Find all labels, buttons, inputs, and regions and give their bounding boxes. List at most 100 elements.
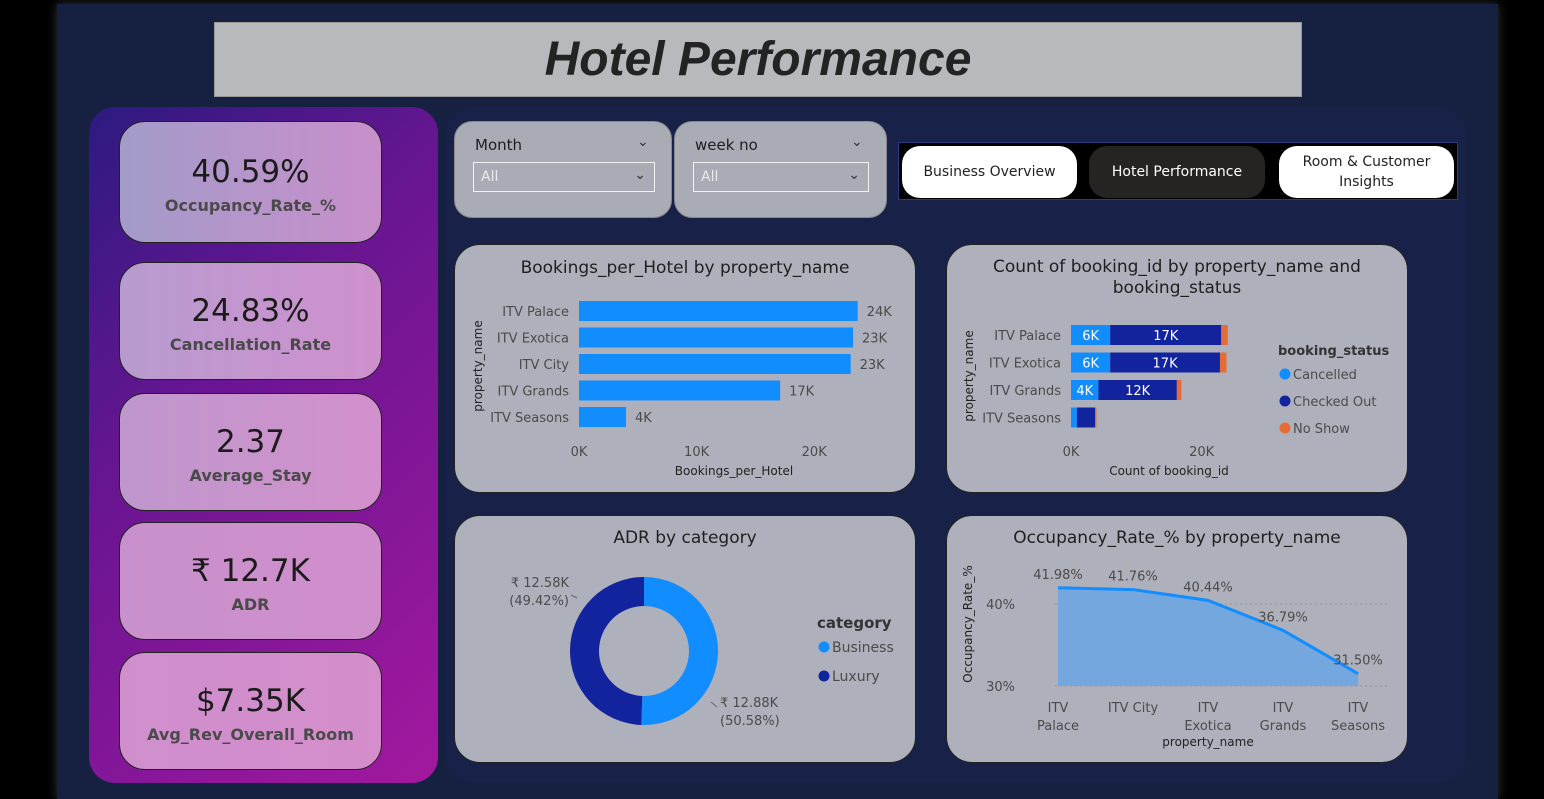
y-tick-label: 40% [986, 598, 1015, 613]
kpi-card-avg-revenue: $7.35K Avg_Rev_Overall_Room [119, 652, 382, 770]
bar-category-label: ITV City [519, 358, 570, 373]
x-tick-label: Exotica [1184, 719, 1231, 734]
donut-slice [569, 577, 644, 725]
x-tick-label: 20K [802, 445, 828, 460]
bar-segment [1176, 380, 1182, 400]
week-slicer: week no ⌄ All ⌄ [674, 121, 887, 218]
bookings-bar-chart: ITV Palace 24K ITV Exotica 23K ITV City 23K IT… [471, 301, 893, 478]
chevron-down-icon: ⌄ [848, 167, 860, 183]
legend-label: Checked Out [1293, 395, 1376, 410]
bar-category-label: ITV Grands [498, 385, 570, 400]
point-data-label: 31.50% [1333, 654, 1383, 669]
chevron-down-icon[interactable]: ⌄ [637, 134, 649, 150]
x-tick-label: Palace [1037, 719, 1079, 734]
bar-segment [1095, 407, 1097, 428]
bar [579, 407, 627, 427]
point-data-label: 40.44% [1183, 580, 1233, 595]
bar-category-label: ITV Grands [990, 384, 1062, 399]
bar-segment-label: 6K [1082, 329, 1099, 344]
x-tick-label: ITV City [1108, 701, 1159, 716]
x-tick-label: ITV [1273, 701, 1294, 716]
slice-value-label: ₹ 12.58K [511, 576, 570, 591]
bar-segment [1219, 352, 1227, 373]
kpi-card-adr: ₹ 12.7K ADR [119, 522, 382, 640]
month-slicer-title: Month [475, 136, 523, 154]
x-tick-label: 0K [1063, 445, 1080, 460]
bar-category-label: ITV Palace [502, 305, 569, 320]
x-tick-label: ITV [1048, 701, 1069, 716]
booking-status-stacked-chart: ITV Palace 6K 17K ITV Exotica 6K 17K ITV Grand… [962, 325, 1390, 478]
nav-hotel-performance-button[interactable]: Hotel Performance [1089, 146, 1265, 198]
x-axis-title: property_name [1162, 735, 1253, 749]
kpi-card-occupancy: 40.59% Occupancy_Rate_% [119, 121, 382, 243]
bar-category-label: ITV Exotica [989, 357, 1061, 372]
legend-label: Business [832, 640, 894, 656]
x-axis-title: Bookings_per_Hotel [675, 464, 793, 478]
kpi-label: ADR [231, 595, 270, 614]
x-tick-label: 20K [1189, 445, 1215, 460]
month-dropdown-value: All [481, 169, 499, 185]
bar-data-label: 23K [860, 358, 886, 373]
legend-marker [818, 641, 830, 653]
leader-line [710, 701, 718, 708]
point-data-label: 36.79% [1258, 610, 1308, 625]
bar [579, 327, 854, 348]
occupancy-chart-card: Occupancy_Rate_% by property_name 40% 30%… [946, 515, 1408, 763]
legend-title: category [817, 614, 892, 632]
kpi-value: 2.37 [215, 424, 286, 460]
nav-room-customer-button[interactable]: Room & Customer Insights [1279, 146, 1454, 198]
kpi-card-average-stay: 2.37 Average_Stay [119, 393, 382, 511]
bar-segment-label: 17K [1153, 329, 1179, 344]
adr-chart-card: ADR by category ₹ 12.88K (50.58%) ₹ 12.58K… [454, 515, 916, 763]
x-tick-label: Grands [1260, 719, 1307, 734]
x-tick-label: 0K [571, 445, 588, 460]
nav-button-label: Business Overview [923, 164, 1056, 180]
week-dropdown-value: All [701, 169, 719, 185]
dashboard-canvas: Hotel Performance 40.59% Occupancy_Rate_… [0, 0, 1544, 799]
bar-segment-label: 6K [1082, 357, 1099, 372]
kpi-label: Cancellation_Rate [169, 335, 332, 354]
month-dropdown[interactable]: All ⌄ [473, 162, 655, 192]
x-tick-label: ITV [1198, 701, 1219, 716]
bar-segment [1221, 325, 1228, 345]
donut-slice [641, 577, 718, 725]
slice-percent-label: (49.42%) [509, 594, 569, 609]
kpi-label: Average_Stay [189, 466, 312, 485]
week-dropdown[interactable]: All ⌄ [693, 162, 869, 192]
kpi-value: $7.35K [195, 683, 306, 719]
x-axis-title: Count of booking_id [1109, 464, 1229, 478]
slice-percent-label: (50.58%) [720, 714, 780, 729]
leader-line [570, 594, 578, 599]
kpi-value: 40.59% [191, 154, 310, 190]
y-axis-title: Occupancy_Rate_% [961, 565, 975, 682]
slice-value-label: ₹ 12.88K [720, 696, 779, 711]
legend-marker [1279, 368, 1291, 380]
bar [579, 380, 781, 401]
y-axis-title: property_name [471, 320, 485, 411]
nav-business-overview-button[interactable]: Business Overview [902, 146, 1077, 198]
week-slicer-title: week no [695, 136, 758, 154]
kpi-label: Avg_Rev_Overall_Room [147, 725, 354, 744]
bar-data-label: 17K [789, 385, 815, 400]
page-title: Hotel Performance [544, 33, 972, 86]
legend-label: Cancelled [1293, 368, 1357, 383]
legend-marker [1279, 395, 1291, 407]
chevron-down-icon: ⌄ [634, 167, 646, 183]
chevron-down-icon[interactable]: ⌄ [851, 134, 863, 150]
bar [579, 354, 851, 374]
x-tick-label: Seasons [1331, 719, 1385, 734]
point-data-label: 41.98% [1033, 568, 1083, 583]
bar-data-label: 23K [862, 332, 888, 347]
month-slicer: Month ⌄ All ⌄ [454, 121, 672, 218]
occupancy-area-chart: 40% 30% 41.98% ITV Palace 41.76% ITV City 40.44… [961, 565, 1387, 749]
bar-category-label: ITV Exotica [497, 332, 569, 347]
booking-status-chart-card: Count of booking_id by property_name and… [946, 244, 1408, 493]
bookings-chart-card: Bookings_per_Hotel by property_name ITV … [454, 244, 916, 493]
bar-segment-label: 17K [1153, 357, 1179, 372]
legend-marker [818, 670, 830, 682]
nav-button-label: Hotel Performance [1111, 164, 1243, 180]
page-title-bar: Hotel Performance [214, 22, 1302, 97]
legend-label: No Show [1293, 422, 1350, 437]
legend-marker [1279, 422, 1291, 434]
bar-data-label: 24K [867, 305, 893, 320]
